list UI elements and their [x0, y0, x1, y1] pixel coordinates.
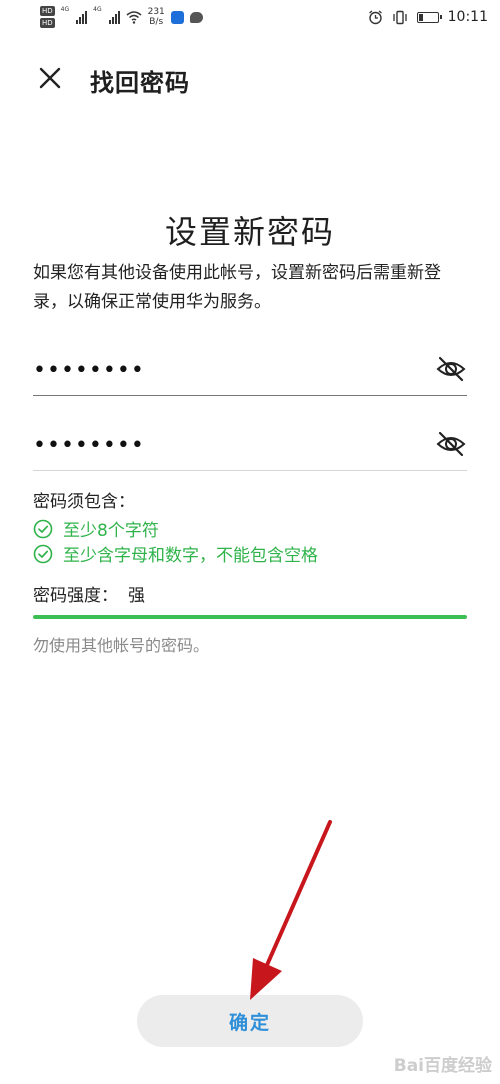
confirm-password-input[interactable] — [33, 426, 413, 464]
close-icon — [39, 67, 61, 89]
password-rules-title: 密码须包含： — [33, 492, 135, 512]
hd-badges: HD HD — [40, 6, 55, 28]
alarm-icon — [368, 9, 382, 24]
check-circle-icon — [33, 544, 53, 563]
signal-icon — [76, 10, 88, 24]
strength-value: 强 — [128, 586, 145, 606]
password-strength: 密码强度： 强 — [33, 581, 145, 606]
confirm-button[interactable]: 确定 — [137, 995, 363, 1047]
password-rule-text: 至少8个字符 — [63, 521, 159, 541]
check-circle-icon — [33, 519, 53, 538]
wifi-icon — [126, 11, 142, 24]
password-rule-text: 至少含字母和数字，不能包含空格 — [63, 546, 318, 566]
toggle-confirm-visibility-button[interactable] — [435, 428, 467, 460]
page-title: 找回密码 — [90, 69, 190, 97]
new-password-field — [33, 345, 467, 396]
signal-icon — [108, 10, 120, 24]
toggle-password-visibility-button[interactable] — [435, 353, 467, 385]
network-speed: 231 B/s — [148, 7, 165, 27]
battery-icon — [416, 11, 442, 23]
close-button[interactable] — [34, 62, 66, 94]
clock-time: 10:11 — [447, 9, 488, 25]
description-text: 如果您有其他设备使用此帐号，设置新密码后需重新登录，以确保正常使用华为服务。 — [33, 263, 441, 312]
hd-icon: HD — [40, 18, 55, 28]
new-password-input[interactable] — [33, 351, 413, 389]
network-type-label: 4G — [93, 6, 102, 13]
password-rule-item: 至少含字母和数字，不能包含空格 — [33, 541, 318, 566]
section-heading: 设置新密码 — [164, 213, 335, 251]
speed-value: 231 — [147, 7, 165, 17]
strength-label: 密码强度： — [33, 586, 118, 606]
status-bar-left: HD HD 4G 4G 231 B/s — [40, 6, 203, 28]
speed-unit: B/s — [149, 17, 164, 27]
password-rule-item: 至少8个字符 — [33, 516, 159, 541]
status-bar: HD HD 4G 4G 231 B/s 10:11 — [0, 0, 500, 38]
eye-slash-icon — [436, 356, 466, 382]
top-app-bar: 找回密码 — [0, 54, 500, 102]
confirm-password-field — [33, 420, 467, 471]
strength-meter-fill — [33, 615, 467, 619]
eye-slash-icon — [436, 431, 466, 457]
strength-meter — [33, 615, 467, 619]
password-hint: 勿使用其他帐号的密码。 — [33, 636, 210, 655]
vibrate-icon — [392, 10, 407, 24]
network-type-label: 4G — [60, 6, 70, 13]
hd-icon: HD — [40, 6, 55, 16]
watermark-logo: Bai百度经验 — [393, 1056, 492, 1076]
status-bar-right: 10:11 — [368, 9, 488, 25]
app-notification-icon — [170, 10, 184, 24]
message-notification-icon — [189, 11, 203, 23]
